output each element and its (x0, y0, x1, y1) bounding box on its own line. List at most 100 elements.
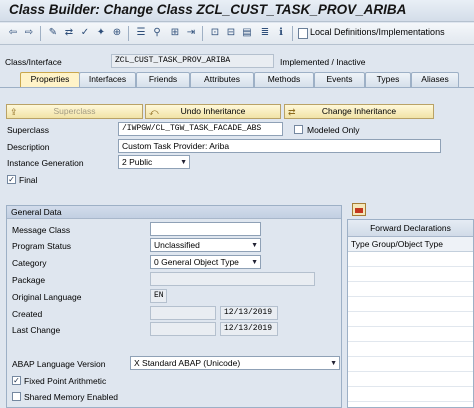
superclass-icon: ⇪ (10, 107, 18, 117)
fixed-point-checkbox[interactable]: ✓ (12, 376, 21, 385)
tab-aliases[interactable]: Aliases (411, 72, 459, 87)
application-toolbar: ⇦ ⇨ ✎ ⇄ ✓ ✦ ⊕ ☰ ⚲ ⊞ ⇥ ⊡ ⊟ ▤ ≣ ℹ Local De… (0, 23, 474, 45)
table-row[interactable] (348, 372, 473, 387)
class-status: Implemented / Inactive (280, 57, 366, 67)
class-name-field: ZCL_CUST_TASK_PROV_ARIBA (111, 54, 274, 68)
class-interface-label: Class/Interface (5, 57, 62, 67)
final-label: Final (19, 175, 38, 185)
test-icon[interactable]: ⇥ (184, 26, 198, 40)
undo-inheritance-icon: ⤺ (149, 107, 159, 117)
forward-declarations-delete-icon[interactable] (352, 203, 366, 216)
created-label: Created (12, 309, 43, 319)
list-icon[interactable]: ≣ (258, 26, 272, 40)
abap-version-select[interactable]: X Standard ABAP (Unicode) ▼ (130, 356, 340, 370)
table-row[interactable] (348, 327, 473, 342)
package-field (150, 272, 315, 286)
chevron-down-icon: ▼ (180, 159, 187, 166)
local-definitions-icon[interactable] (298, 28, 308, 39)
message-class-label: Message Class (12, 225, 71, 235)
back-icon[interactable]: ⇦ (6, 26, 20, 40)
toolbar-separator (40, 26, 41, 41)
tab-attributes[interactable]: Attributes (190, 72, 254, 87)
program-status-label: Program Status (12, 241, 72, 251)
superclass-button-label: Superclass (53, 106, 96, 116)
navigate-icon[interactable]: ⚲ (150, 26, 164, 40)
shared-memory-label: Shared Memory Enabled (24, 392, 119, 402)
table-row[interactable] (348, 282, 473, 297)
abap-version-label: ABAP Language Version (12, 359, 106, 369)
superclass-field[interactable]: /IWPGW/CL_TGW_TASK_FACADE_ABS (118, 122, 283, 136)
shared-memory-checkbox[interactable] (12, 392, 21, 401)
chevron-down-icon: ▼ (330, 360, 337, 367)
object-list-icon[interactable]: ☰ (134, 26, 148, 40)
original-language-label: Original Language (12, 292, 82, 302)
forward-declarations-title: Forward Declarations (348, 220, 473, 237)
delete-icon[interactable]: ⊟ (224, 26, 238, 40)
table-row[interactable] (348, 342, 473, 357)
table-row[interactable] (348, 297, 473, 312)
tab-interfaces[interactable]: Interfaces (79, 72, 136, 87)
tab-strip: Properties Interfaces Friends Attributes… (0, 72, 474, 87)
window-title: Class Builder: Change Class ZCL_CUST_TAS… (9, 2, 407, 17)
toolbar-separator (202, 26, 203, 41)
undo-inheritance-label: Undo Inheritance (180, 106, 246, 116)
display-change-icon[interactable]: ✎ (46, 26, 60, 40)
tab-methods[interactable]: Methods (254, 72, 314, 87)
table-row[interactable] (348, 357, 473, 372)
created-date-field: 12/13/2019 (220, 306, 278, 320)
change-inheritance-button[interactable]: ⇄ Change Inheritance (284, 104, 434, 119)
final-checkbox[interactable]: ✓ (7, 175, 16, 184)
tab-events[interactable]: Events (314, 72, 365, 87)
superclass-button: ⇪ Superclass (6, 104, 143, 119)
tab-friends[interactable]: Friends (136, 72, 190, 87)
toolbar-separator (128, 26, 129, 41)
hierarchy-icon[interactable]: ⊞ (168, 26, 182, 40)
chevron-down-icon: ▼ (251, 259, 258, 266)
instance-generation-select[interactable]: 2 Public ▼ (118, 155, 190, 169)
forward-icon[interactable]: ⇨ (22, 26, 36, 40)
table-row[interactable] (348, 252, 473, 267)
general-data-title: General Data (7, 206, 341, 219)
original-language-field: EN (150, 289, 167, 303)
table-row[interactable] (348, 387, 473, 402)
table-row[interactable] (348, 312, 473, 327)
info-icon[interactable]: ℹ (274, 26, 288, 40)
forward-declarations-table: Forward Declarations Type Group/Object T… (347, 219, 474, 408)
superclass-label: Superclass (7, 125, 50, 135)
table-row[interactable] (348, 267, 473, 282)
abap-version-value: X Standard ABAP (Unicode) (134, 358, 241, 368)
created-by-field (150, 306, 216, 320)
modeled-only-checkbox[interactable] (294, 125, 303, 134)
last-change-label: Last Change (12, 325, 61, 335)
last-change-date-field: 12/13/2019 (220, 322, 278, 336)
forward-declarations-column-header: Type Group/Object Type (348, 237, 473, 252)
undo-inheritance-button[interactable]: ⤺ Undo Inheritance (145, 104, 281, 119)
check-icon[interactable]: ✓ (78, 26, 92, 40)
changed-by-field (150, 322, 216, 336)
chevron-down-icon: ▼ (251, 242, 258, 249)
program-status-select[interactable]: Unclassified ▼ (150, 238, 261, 252)
instance-generation-label: Instance Generation (7, 158, 84, 168)
change-inheritance-icon: ⇄ (288, 107, 296, 117)
display-object-icon[interactable]: ▤ (240, 26, 254, 40)
instance-generation-value: 2 Public (122, 157, 153, 167)
local-definitions-button[interactable]: Local Definitions/Implementations (310, 27, 445, 37)
program-status-value: Unclassified (154, 240, 200, 250)
category-value: 0 General Object Type (154, 257, 239, 267)
category-select[interactable]: 0 General Object Type ▼ (150, 255, 261, 269)
description-field[interactable]: Custom Task Provider: Ariba (118, 139, 441, 153)
tab-properties[interactable]: Properties (20, 72, 80, 87)
other-object-icon[interactable]: ⇄ (62, 26, 76, 40)
fixed-point-label: Fixed Point Arithmetic (24, 376, 107, 386)
where-used-icon[interactable]: ⊕ (110, 26, 124, 40)
description-label: Description (7, 142, 50, 152)
toolbar-separator (292, 26, 293, 41)
message-class-field[interactable] (150, 222, 261, 236)
change-inheritance-label: Change Inheritance (321, 106, 397, 116)
title-bar: Class Builder: Change Class ZCL_CUST_TAS… (0, 0, 474, 22)
category-label: Category (12, 258, 47, 268)
modeled-only-label: Modeled Only (307, 125, 360, 135)
insert-icon[interactable]: ⊡ (208, 26, 222, 40)
activate-icon[interactable]: ✦ (94, 26, 108, 40)
tab-types[interactable]: Types (365, 72, 411, 87)
